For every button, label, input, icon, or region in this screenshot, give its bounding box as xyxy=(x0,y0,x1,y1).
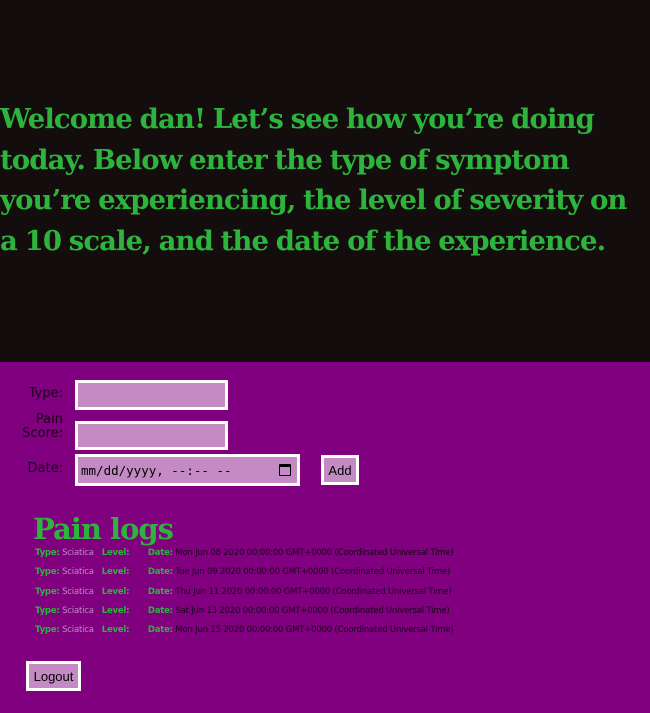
list-item: Type: Sciatica Level: Date: Mon Jun 08 20… xyxy=(35,546,454,565)
type-key: Type: xyxy=(35,567,60,578)
level-key: Level: xyxy=(101,567,130,578)
log-type-value: Sciatica xyxy=(62,625,94,635)
pain-score-label: Pain Score: xyxy=(15,413,63,441)
log-date-value: Sat Jun 13 2020 00:00:00 GMT+0000 (Coord… xyxy=(175,605,450,616)
log-date-value: Tue Jun 09 2020 00:00:00 GMT+0000 (Coord… xyxy=(175,567,451,578)
log-type-value: Sciatica xyxy=(62,567,94,578)
add-button[interactable]: Add xyxy=(321,455,359,485)
welcome-message: Welcome dan! Let’s see how you’re doing … xyxy=(0,103,627,257)
list-item: Type: Sciatica Level: Date: Thu Jun 11 20… xyxy=(35,585,453,604)
calendar-icon[interactable] xyxy=(279,464,291,476)
list-item: Type: Sciatica Level: Date: Tue Jun 09 20… xyxy=(35,565,453,584)
type-key: Type: xyxy=(35,625,60,635)
level-key: Level: xyxy=(101,548,130,558)
date-key: Date: xyxy=(147,567,173,578)
date-key: Date: xyxy=(147,548,173,558)
logout-button[interactable]: Logout xyxy=(26,661,81,691)
log-type-value: Sciatica xyxy=(62,548,94,558)
date-key: Date: xyxy=(147,625,173,635)
log-date-value: Mon Jun 15 2020 00:00:00 GMT+0000 (Coord… xyxy=(175,625,454,635)
date-key: Date: xyxy=(147,605,173,616)
date-label: Date: xyxy=(27,461,63,476)
log-date-value: Mon Jun 08 2020 00:00:00 GMT+0000 (Coord… xyxy=(175,548,454,558)
log-date-value: Thu Jun 11 2020 00:00:00 GMT+0000 (Coord… xyxy=(175,586,452,597)
pain-score-label-line1: Pain xyxy=(35,412,63,427)
date-input[interactable]: mm/dd/yyyy, --:-- -- xyxy=(75,454,300,486)
pain-score-label-line2: Score: xyxy=(22,426,63,441)
date-key: Date: xyxy=(147,586,173,597)
level-key: Level: xyxy=(101,586,130,597)
pain-logs-heading: Pain logs xyxy=(33,512,174,546)
level-key: Level: xyxy=(101,625,130,635)
welcome-banner: Welcome dan! Let’s see how you’re doing … xyxy=(0,0,650,362)
log-type-value: Sciatica xyxy=(62,605,94,616)
level-key: Level: xyxy=(101,605,130,616)
type-key: Type: xyxy=(35,586,60,597)
type-label: Type: xyxy=(28,386,63,401)
list-item: Type: Sciatica Level: Date: Mon Jun 15 20… xyxy=(35,623,454,642)
type-input[interactable] xyxy=(75,380,228,410)
list-item: Type: Sciatica Level: Date: Sat Jun 13 20… xyxy=(35,604,453,623)
pain-score-input[interactable] xyxy=(75,421,228,450)
pain-log-list: Type: Sciatica Level: Date: Mon Jun 08 20… xyxy=(35,546,454,642)
log-type-value: Sciatica xyxy=(62,586,94,597)
date-input-placeholder: mm/dd/yyyy, --:-- -- xyxy=(81,462,232,478)
type-key: Type: xyxy=(35,605,60,616)
type-key: Type: xyxy=(35,548,60,558)
